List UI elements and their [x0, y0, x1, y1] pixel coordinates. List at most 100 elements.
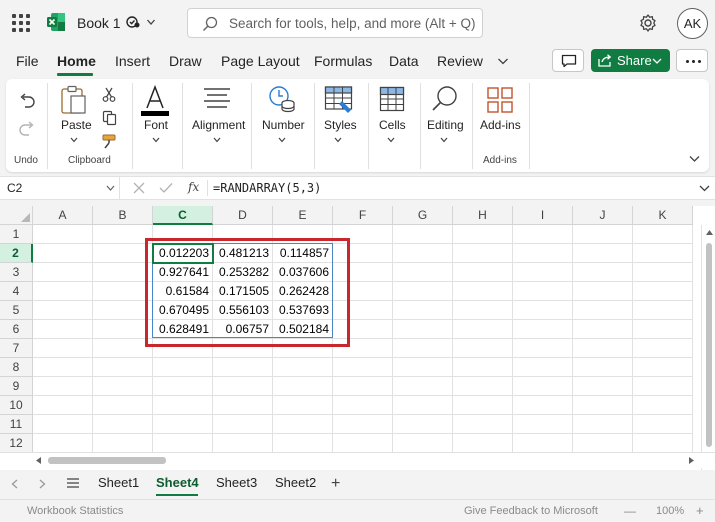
grid-cell[interactable]: [153, 396, 213, 415]
row-header[interactable]: 5: [0, 301, 33, 320]
grid-cell[interactable]: [393, 396, 453, 415]
column-header[interactable]: J: [573, 206, 633, 225]
grid-cell[interactable]: [33, 339, 93, 358]
sheet-tab-sheet2[interactable]: Sheet2: [275, 475, 316, 490]
row-header[interactable]: 7: [0, 339, 33, 358]
cut-icon[interactable]: [102, 87, 116, 103]
redo-icon[interactable]: [18, 121, 36, 137]
grid-cell[interactable]: [273, 225, 333, 244]
row-header[interactable]: 10: [0, 396, 33, 415]
tab-insert[interactable]: Insert: [115, 53, 150, 69]
editing-label[interactable]: Editing: [427, 118, 464, 132]
grid-cell[interactable]: [573, 434, 633, 453]
grid-cell[interactable]: [633, 301, 693, 320]
grid-cell[interactable]: [393, 282, 453, 301]
grid-cell[interactable]: [573, 396, 633, 415]
ribbon-expand-chevron-icon[interactable]: [689, 155, 700, 163]
grid-cell[interactable]: [33, 263, 93, 282]
chevron-down-icon[interactable]: [213, 137, 221, 143]
chevron-down-icon[interactable]: [146, 17, 156, 27]
insert-function-icon[interactable]: fx: [188, 180, 199, 194]
formula-input[interactable]: =RANDARRAY(5,3): [213, 181, 321, 195]
grid-cell[interactable]: [453, 377, 513, 396]
grid-cell[interactable]: [573, 244, 633, 263]
app-launcher-icon[interactable]: [12, 14, 30, 32]
grid-cell[interactable]: [333, 377, 393, 396]
grid-cell[interactable]: [33, 244, 93, 263]
grid-cell[interactable]: [573, 263, 633, 282]
grid-cell[interactable]: 0.502184: [273, 320, 333, 339]
more-options-button[interactable]: [676, 49, 708, 72]
grid-cell[interactable]: [153, 225, 213, 244]
grid-cell[interactable]: [153, 358, 213, 377]
workbook-name[interactable]: Book 1: [77, 15, 121, 31]
grid-cell[interactable]: [453, 396, 513, 415]
user-avatar[interactable]: AK: [677, 8, 708, 39]
grid-cell[interactable]: [33, 396, 93, 415]
tab-data[interactable]: Data: [389, 53, 419, 69]
cells-label[interactable]: Cells: [379, 118, 406, 132]
chevron-down-icon[interactable]: [440, 137, 448, 143]
grid-cell[interactable]: [273, 377, 333, 396]
grid-cell[interactable]: [33, 434, 93, 453]
grid-cell[interactable]: 0.253282: [213, 263, 273, 282]
grid-cell[interactable]: [33, 358, 93, 377]
grid-cell[interactable]: [33, 282, 93, 301]
styles-label[interactable]: Styles: [324, 118, 357, 132]
grid-cell[interactable]: [513, 358, 573, 377]
alignment-icon[interactable]: [203, 87, 231, 113]
grid-cell[interactable]: [333, 282, 393, 301]
grid-cell[interactable]: [213, 225, 273, 244]
number-format-icon[interactable]: [268, 85, 296, 115]
paste-icon[interactable]: [60, 85, 88, 115]
expand-formula-bar-chevron-icon[interactable]: [699, 185, 710, 192]
chevron-down-icon[interactable]: [106, 185, 115, 191]
grid-cell[interactable]: [393, 339, 453, 358]
grid-cell[interactable]: [393, 244, 453, 263]
grid-cell[interactable]: [93, 396, 153, 415]
grid-cell[interactable]: [393, 434, 453, 453]
grid-cell[interactable]: [213, 415, 273, 434]
grid-cell[interactable]: [93, 320, 153, 339]
grid-cell[interactable]: [273, 434, 333, 453]
grid-cell[interactable]: [33, 415, 93, 434]
grid-cell[interactable]: [213, 434, 273, 453]
grid-cell[interactable]: [633, 244, 693, 263]
grid-cell[interactable]: [573, 415, 633, 434]
row-header[interactable]: 6: [0, 320, 33, 339]
zoom-level[interactable]: 100%: [656, 505, 684, 517]
grid-cell[interactable]: [333, 339, 393, 358]
styles-icon[interactable]: [324, 85, 354, 115]
grid-cell[interactable]: [333, 434, 393, 453]
grid-cell[interactable]: [393, 415, 453, 434]
tab-file[interactable]: File: [16, 53, 39, 69]
grid-cell[interactable]: [333, 225, 393, 244]
alignment-label[interactable]: Alignment: [192, 118, 245, 132]
grid-cell[interactable]: [153, 434, 213, 453]
grid-cell[interactable]: [213, 358, 273, 377]
grid-cell[interactable]: [333, 358, 393, 377]
number-label[interactable]: Number: [262, 118, 305, 132]
grid-cell[interactable]: [513, 339, 573, 358]
grid-cell[interactable]: [93, 225, 153, 244]
grid-cell[interactable]: [453, 339, 513, 358]
vertical-scroll-thumb[interactable]: [706, 243, 712, 447]
horizontal-scrollbar[interactable]: [0, 452, 715, 468]
grid-cell[interactable]: [573, 339, 633, 358]
copy-icon[interactable]: [102, 110, 118, 126]
grid-cell[interactable]: [573, 320, 633, 339]
cancel-icon[interactable]: [133, 182, 145, 194]
grid-cell[interactable]: 0.556103: [213, 301, 273, 320]
grid-cell[interactable]: [513, 225, 573, 244]
horizontal-scroll-thumb[interactable]: [48, 457, 166, 464]
grid-cell[interactable]: 0.61584: [153, 282, 213, 301]
grid-cell[interactable]: 0.537693: [273, 301, 333, 320]
add-sheet-button[interactable]: +: [331, 475, 340, 493]
editing-search-icon[interactable]: [431, 85, 459, 113]
next-sheet-icon[interactable]: [39, 479, 46, 489]
grid-cell[interactable]: [333, 396, 393, 415]
font-label[interactable]: Font: [144, 118, 168, 132]
grid-cell[interactable]: 0.037606: [273, 263, 333, 282]
workbook-statistics-link[interactable]: Workbook Statistics: [27, 505, 123, 517]
grid-cell[interactable]: [33, 225, 93, 244]
